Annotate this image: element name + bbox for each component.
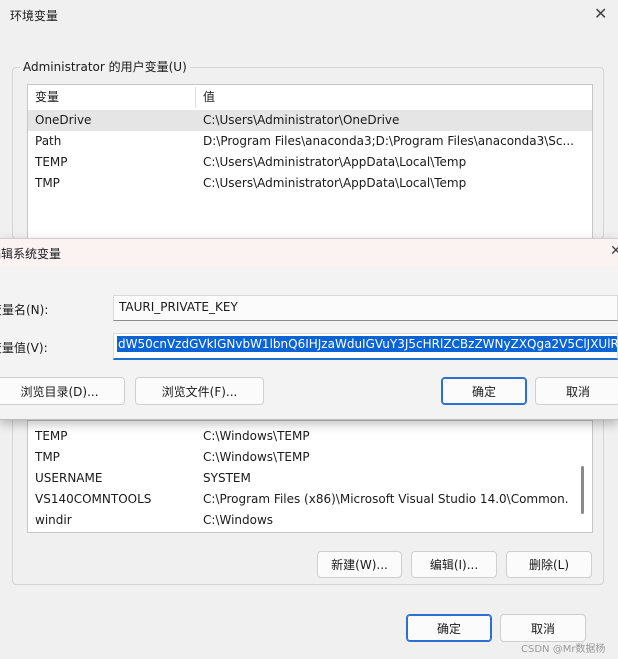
var-name-label: 变量名(N): — [0, 303, 49, 317]
table-row[interactable]: USERNAME SYSTEM — [28, 468, 592, 489]
var-value: SYSTEM — [203, 471, 251, 485]
ok-button[interactable]: 确定 — [406, 614, 492, 642]
table-row[interactable]: VS140COMNTOOLS C:\Program Files (x86)\Mi… — [28, 489, 592, 510]
table-row[interactable]: TMP C:\Windows\TEMP — [28, 447, 592, 468]
var-value: C:\Windows — [203, 513, 274, 527]
user-vars-group-label: Administrator 的用户变量(U) — [20, 58, 190, 75]
var-name: TEMP — [35, 155, 68, 169]
var-value-label: 变量值(V): — [0, 341, 48, 355]
dialog-title: 编辑系统变量 — [0, 247, 62, 261]
dialog-close-icon[interactable]: ✕ — [610, 243, 618, 259]
var-value: C:\Users\Administrator\OneDrive — [203, 113, 400, 127]
selected-value-text: dW50cnVzdGVkIGNvbW1lbnQ6IHJzaWduIGVuY3J5… — [117, 336, 617, 352]
system-vars-list[interactable]: TEMP C:\Windows\TEMP TMP C:\Windows\TEMP… — [27, 420, 593, 533]
var-name-input[interactable]: TAURI_PRIVATE_KEY — [113, 295, 618, 321]
cancel-button[interactable]: 取消 — [500, 614, 586, 642]
new-button[interactable]: 新建(W)... — [317, 551, 402, 578]
var-value: C:\Windows\TEMP — [203, 450, 310, 464]
edit-button[interactable]: 编辑(I)... — [411, 551, 497, 578]
column-header-name[interactable]: 变量 — [35, 87, 195, 108]
var-name: Path — [35, 134, 62, 148]
var-name: TEMP — [35, 429, 68, 443]
close-icon[interactable]: ✕ — [594, 4, 607, 23]
browse-file-button[interactable]: 浏览文件(F)... — [135, 377, 264, 405]
var-name: VS140COMNTOOLS — [35, 492, 152, 506]
delete-button[interactable]: 删除(L) — [506, 551, 592, 578]
var-value-input[interactable]: dW50cnVzdGVkIGNvbW1lbnQ6IHJzaWduIGVuY3J5… — [113, 333, 618, 360]
watermark: CSDN @Mr数据杨 — [521, 644, 606, 655]
table-row[interactable]: TEMP C:\Windows\TEMP — [28, 426, 592, 447]
user-vars-list[interactable]: 变量 值 OneDrive C:\Users\Administrator\One… — [27, 84, 593, 239]
window-title: 环境变量 — [10, 9, 59, 23]
browse-directory-button[interactable]: 浏览目录(D)... — [0, 377, 125, 405]
var-value: C:\Users\Administrator\AppData\Local\Tem… — [203, 155, 467, 169]
table-row[interactable]: OneDrive C:\Users\Administrator\OneDrive — [28, 110, 592, 131]
dialog-cancel-button[interactable]: 取消 — [535, 377, 618, 405]
var-value: C:\Users\Administrator\AppData\Local\Tem… — [203, 176, 467, 190]
var-name: USERNAME — [35, 471, 103, 485]
list-header: 变量 值 — [28, 87, 592, 108]
dialog-ok-button[interactable]: 确定 — [441, 377, 527, 405]
var-name: OneDrive — [35, 113, 92, 127]
var-name: TMP — [35, 176, 60, 190]
table-row[interactable]: TEMP C:\Users\Administrator\AppData\Loca… — [28, 152, 592, 173]
table-row[interactable]: Path D:\Program Files\anaconda3;D:\Progr… — [28, 131, 592, 152]
var-value: C:\Windows\TEMP — [203, 429, 310, 443]
var-value: D:\Program Files\anaconda3;D:\Program Fi… — [203, 134, 574, 148]
edit-dialog: 编辑系统变量 ✕ 变量名(N): TAURI_PRIVATE_KEY 变量值(V… — [0, 238, 618, 420]
table-row[interactable]: windir C:\Windows — [28, 510, 592, 531]
var-name: TMP — [35, 450, 60, 464]
dialog-titlebar — [0, 239, 618, 267]
column-divider — [195, 87, 196, 108]
var-name: windir — [35, 513, 72, 527]
scrollbar-thumb[interactable] — [581, 466, 584, 514]
var-value: C:\Program Files (x86)\Microsoft Visual … — [203, 492, 568, 506]
column-header-value[interactable]: 值 — [203, 87, 586, 108]
table-row[interactable]: TMP C:\Users\Administrator\AppData\Local… — [28, 173, 592, 194]
